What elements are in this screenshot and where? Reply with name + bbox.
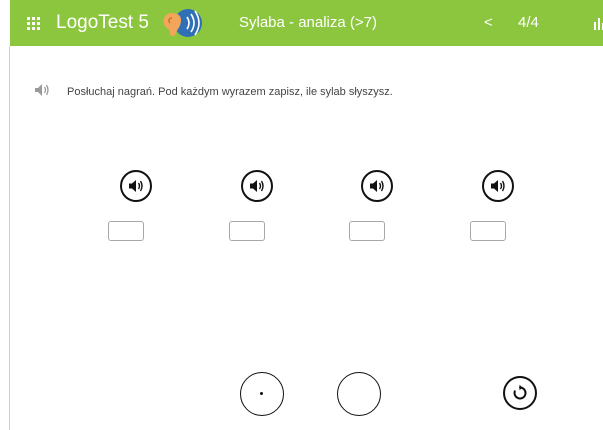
word-speaker-button[interactable] xyxy=(241,170,273,202)
app-title: LogoTest 5 xyxy=(56,12,149,33)
previous-page-button[interactable]: < xyxy=(484,14,493,32)
dot-icon xyxy=(260,392,263,395)
grid-menu-icon[interactable] xyxy=(24,14,42,32)
speaker-icon xyxy=(250,180,264,192)
word-speaker-button[interactable] xyxy=(120,170,152,202)
word-speaker-button[interactable] xyxy=(361,170,393,202)
syllable-count-input[interactable] xyxy=(349,221,385,241)
exercise-title: Sylaba - analiza (>7) xyxy=(239,14,377,31)
speaker-icon xyxy=(370,180,384,192)
bar-chart-icon[interactable] xyxy=(592,14,603,32)
syllable-count-input[interactable] xyxy=(108,221,144,241)
instruction-speaker-icon[interactable] xyxy=(33,82,51,98)
dot-button[interactable] xyxy=(240,372,284,416)
content-left-border xyxy=(9,46,10,430)
reset-icon xyxy=(513,384,527,400)
ear-sound-logo-icon xyxy=(163,9,202,37)
instruction-text: Posłuchaj nagrań. Pod każdym wyrazem zap… xyxy=(67,86,393,98)
speaker-icon xyxy=(129,180,143,192)
word-speaker-button[interactable] xyxy=(482,170,514,202)
syllable-count-input[interactable] xyxy=(470,221,506,241)
page-counter: 4/4 xyxy=(518,14,539,31)
empty-circle-button[interactable] xyxy=(337,372,381,416)
top-bar: LogoTest 5 Sylaba - analiza (>7) < 4/4 xyxy=(10,0,603,46)
speaker-icon xyxy=(491,180,505,192)
syllable-count-input[interactable] xyxy=(229,221,265,241)
reset-button[interactable] xyxy=(503,376,537,410)
